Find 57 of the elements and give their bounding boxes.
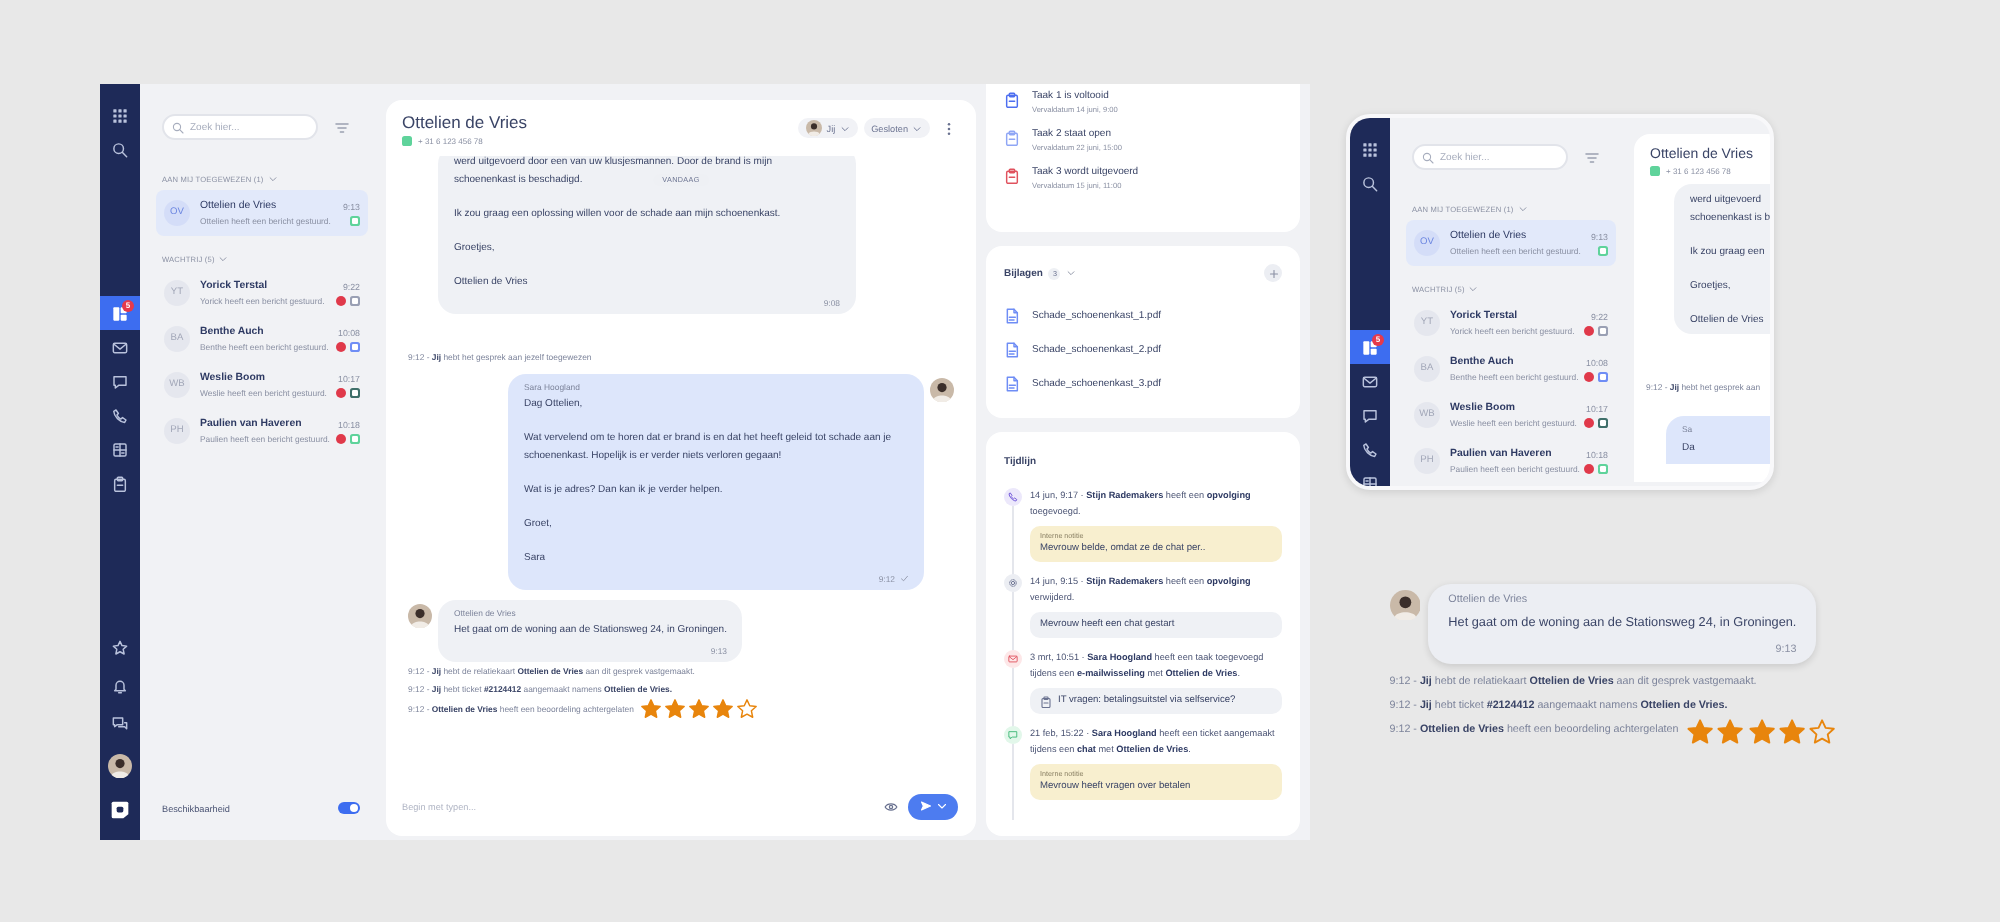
- clipboard-icon: [1004, 92, 1020, 108]
- board-icon: [1362, 339, 1378, 355]
- send-icon: [919, 800, 931, 812]
- rating-star: [639, 698, 662, 720]
- send-button[interactable]: [908, 793, 958, 819]
- rating-star: [687, 698, 710, 720]
- avatar: [930, 377, 954, 401]
- caret-icon: [839, 123, 850, 133]
- calculator-icon: [112, 441, 128, 457]
- rating-star: [663, 698, 686, 720]
- file-icon: [1004, 307, 1020, 323]
- more-icon[interactable]: [942, 121, 956, 135]
- gear-icon: [1008, 578, 1018, 588]
- phone-icon: [112, 407, 128, 423]
- rating-star: [711, 698, 734, 720]
- star-icon[interactable]: [112, 640, 128, 656]
- chat-icon: [112, 373, 128, 389]
- clipboard-icon: [1040, 696, 1052, 708]
- phone-icon: [1008, 492, 1018, 502]
- chat-icon[interactable]: [112, 716, 128, 732]
- clipboard-icon: [1004, 168, 1020, 184]
- clipboard-icon: [112, 475, 128, 491]
- search-icon[interactable]: [1362, 176, 1378, 192]
- clipboard-icon: [1004, 130, 1020, 146]
- check-icon: [899, 573, 908, 583]
- chat-icon: [1362, 407, 1378, 423]
- avatar: [1389, 589, 1421, 621]
- availability-toggle[interactable]: [338, 802, 360, 814]
- eye-icon[interactable]: [884, 799, 898, 813]
- phone-icon: [1362, 441, 1378, 457]
- board-icon: [112, 305, 128, 321]
- caret-icon: [935, 800, 947, 812]
- mail-icon: [1008, 654, 1018, 664]
- contact-title: Ottelien de Vries: [402, 111, 530, 131]
- avatar: [806, 120, 823, 136]
- mail-icon: [1362, 373, 1378, 389]
- chat-icon: [1008, 730, 1018, 740]
- logo-icon[interactable]: [110, 800, 130, 820]
- rating-star: [1747, 718, 1776, 747]
- file-icon: [1004, 341, 1020, 357]
- rating-star: [1808, 718, 1838, 747]
- rating-star: [1716, 718, 1746, 747]
- search-icon: [172, 121, 184, 133]
- file-icon: [1004, 375, 1020, 391]
- search-icon[interactable]: [112, 142, 128, 158]
- avatar: [108, 754, 132, 778]
- plus-icon: [1267, 267, 1279, 279]
- apps-icon[interactable]: [112, 108, 128, 124]
- search-icon: [1422, 151, 1434, 163]
- rating-star: [1778, 718, 1807, 747]
- apps-icon[interactable]: [1362, 142, 1378, 158]
- rating-star: [1686, 718, 1715, 747]
- bell-icon[interactable]: [112, 678, 128, 694]
- rating-star: [735, 698, 758, 720]
- avatar: [408, 603, 432, 627]
- mail-icon: [112, 339, 128, 355]
- caret-icon: [912, 123, 922, 133]
